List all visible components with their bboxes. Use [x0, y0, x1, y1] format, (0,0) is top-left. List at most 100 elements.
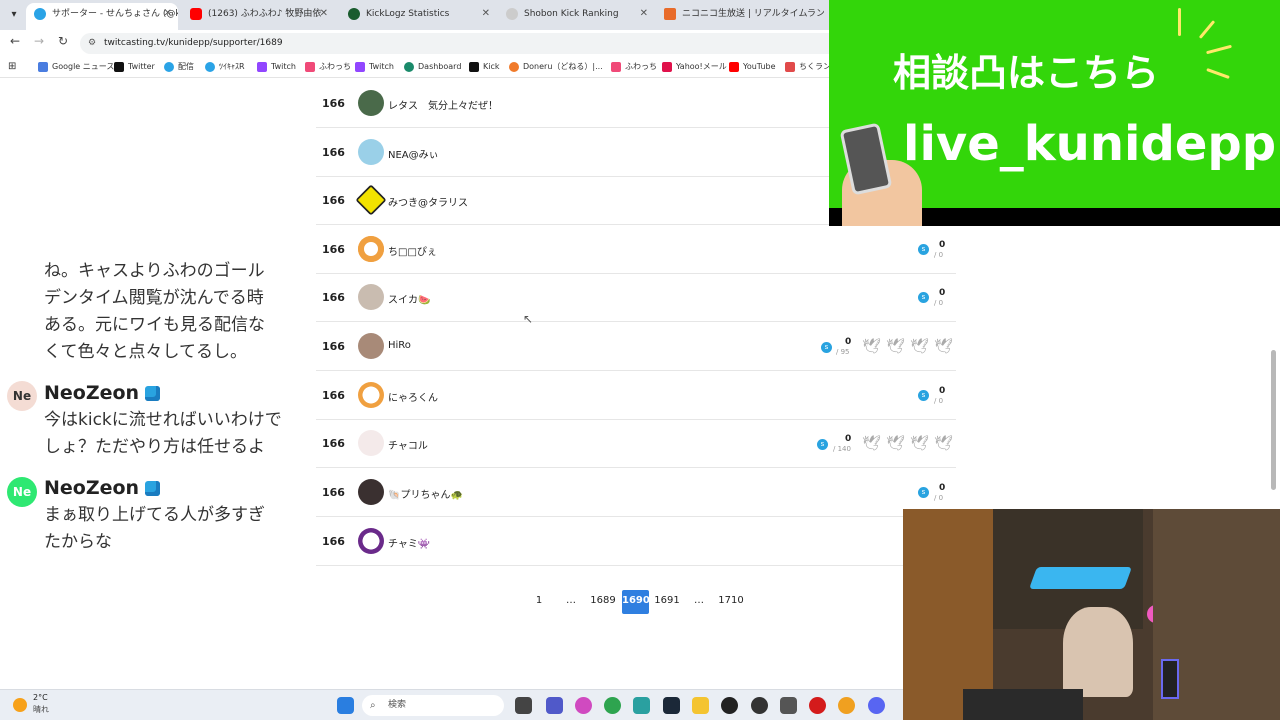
avatar[interactable]	[358, 430, 384, 456]
supporter-row[interactable]: 166 にゃろくん s 0 / 0	[316, 372, 956, 420]
bookmark-item[interactable]: Twitch	[257, 60, 296, 74]
tab-kicklogz[interactable]: KickLogz Statistics ✕	[340, 3, 496, 30]
app-icon[interactable]	[838, 697, 855, 714]
yahoo-mail-icon	[662, 62, 672, 72]
back-icon[interactable]: ←	[6, 34, 24, 48]
bookmark-item[interactable]: ちくラン	[785, 60, 831, 74]
supporter-row[interactable]: 166 スイカ🍉 s 0 / 0	[316, 274, 956, 322]
coin-icon: s	[918, 244, 929, 255]
supporter-name[interactable]: NEA@みぃ	[388, 146, 439, 161]
kicklogz-icon	[348, 8, 360, 20]
bookmark-item[interactable]: Google ニュース	[38, 60, 114, 74]
app-icon[interactable]	[751, 697, 768, 714]
page-ellipsis: …	[566, 595, 576, 606]
tab-search-button[interactable]: ▾	[4, 5, 24, 25]
egg-avatar[interactable]	[358, 236, 384, 262]
bookmark-item[interactable]: 配信	[164, 60, 194, 74]
site-info-icon[interactable]: ⚙	[88, 33, 96, 54]
rank: 166	[322, 97, 345, 110]
bookmark-item[interactable]: Kick	[469, 60, 500, 74]
tab-shobon[interactable]: Shobon Kick Ranking ✕	[498, 3, 654, 30]
task-view-icon[interactable]	[515, 697, 532, 714]
discord-icon[interactable]	[868, 697, 885, 714]
chrome-icon[interactable]	[604, 697, 621, 714]
support-points: 0	[845, 434, 852, 444]
teams-icon[interactable]	[546, 697, 563, 714]
avatar[interactable]	[355, 184, 387, 216]
obs-icon[interactable]	[721, 697, 738, 714]
avatar[interactable]	[358, 139, 384, 165]
avatar[interactable]	[358, 284, 384, 310]
close-icon[interactable]: ✕	[482, 3, 490, 25]
egg-avatar[interactable]	[358, 382, 384, 408]
supporter-name[interactable]: レタス 気分上々だぜ！	[388, 97, 498, 112]
page-ellipsis: …	[694, 595, 704, 606]
tab-label: (1263) ふわふわ♪ 牧野由依	[208, 9, 322, 19]
bookmark-item[interactable]: ふわっち	[305, 60, 351, 74]
page-link[interactable]: 1691	[652, 590, 682, 614]
supporter-row[interactable]: 166 チャミ👾	[316, 518, 956, 566]
supporter-name[interactable]: スイカ🍉	[388, 291, 430, 306]
tab-youtube[interactable]: (1263) ふわふわ♪ 牧野由依 ✕	[182, 3, 334, 30]
supporter-name[interactable]: ち□□ぴぇ	[388, 243, 437, 258]
rank: 166	[322, 291, 345, 304]
forward-icon[interactable]: →	[30, 34, 48, 48]
supporter-name[interactable]: みつき@タラリス	[388, 194, 468, 209]
scrollbar-thumb[interactable]	[1271, 350, 1276, 490]
bookmark-item[interactable]: ふわっち	[611, 60, 657, 74]
rank: 166	[322, 389, 345, 402]
weather-temp[interactable]: 2°C	[33, 693, 48, 702]
weather-desc[interactable]: 晴れ	[33, 704, 49, 715]
address-bar[interactable]: ⚙ twitcasting.tv/kunidepp/supporter/1689	[80, 33, 840, 54]
tab-label: サポーター - せんちょさん (@kunide	[52, 9, 178, 19]
copilot-icon[interactable]	[575, 697, 592, 714]
close-icon[interactable]: ✕	[320, 3, 328, 25]
bookmark-item[interactable]: Twitter	[114, 60, 155, 74]
app-icon[interactable]	[780, 697, 797, 714]
windows-start-icon[interactable]	[337, 697, 354, 714]
reload-icon[interactable]: ↻	[54, 34, 72, 48]
supporter-row[interactable]: 166 HiRo s 0 / 95 🕊 🕊 🕊 🕊	[316, 323, 956, 371]
tab-label: ニコニコ生放送 | リアルタイムランキ	[682, 9, 824, 19]
file-explorer-icon[interactable]	[692, 697, 709, 714]
steam-icon[interactable]	[663, 697, 680, 714]
supporter-name[interactable]: HiRo	[388, 340, 411, 351]
bookmark-item[interactable]: ﾂｲｷｬｽR	[205, 60, 245, 74]
supporter-name[interactable]: チャミ👾	[388, 535, 430, 550]
supporter-row[interactable]: 166 チャコル s 0 / 140 🕊 🕊 🕊 🕊	[316, 420, 956, 468]
page-link[interactable]: 1689	[588, 590, 618, 614]
chikuran-icon	[785, 62, 795, 72]
bookmark-item[interactable]: Twitch	[355, 60, 394, 74]
close-icon[interactable]: ✕	[640, 3, 648, 25]
avatar[interactable]	[358, 479, 384, 505]
bookmark-item[interactable]: Dashboard	[404, 60, 461, 74]
verified-icon	[145, 386, 161, 401]
edge-icon[interactable]	[633, 697, 650, 714]
tab-supporter[interactable]: サポーター - せんちょさん (@kunide ✕	[26, 3, 178, 30]
page-current[interactable]: 1690	[622, 590, 650, 614]
bookmark-item[interactable]: Doneru（どねる）|...	[509, 60, 603, 74]
desk	[963, 689, 1083, 720]
bookmark-item[interactable]: Yahoo!メール	[662, 60, 727, 74]
url-text: twitcasting.tv/kunidepp/supporter/1689	[104, 38, 283, 48]
weather-sun-icon[interactable]	[13, 698, 27, 712]
tab-niconico[interactable]: ニコニコ生放送 | リアルタイムランキ	[656, 3, 824, 30]
supporter-row[interactable]: 166 🐚プリちゃん🐢 s 0 / 0	[316, 469, 956, 517]
supporter-row[interactable]: 166 ち□□ぴぇ s 0 / 0	[316, 226, 956, 274]
close-icon[interactable]: ✕	[164, 3, 172, 25]
supporter-name[interactable]: にゃろくん	[388, 389, 438, 404]
bookmark-item[interactable]: YouTube	[729, 60, 776, 74]
apps-icon[interactable]: ⊞	[8, 60, 16, 74]
supporter-name[interactable]: チャコル	[388, 437, 428, 452]
google-news-icon	[38, 62, 48, 72]
supporter-name[interactable]: 🐚プリちゃん🐢	[388, 486, 463, 501]
page-link[interactable]: 1710	[716, 590, 746, 614]
taskbar-search-input[interactable]: ⌕ 検索	[362, 695, 504, 716]
rank: 166	[322, 194, 345, 207]
page-link[interactable]: 1	[530, 590, 548, 614]
record-icon[interactable]	[809, 697, 826, 714]
avatar[interactable]	[358, 333, 384, 359]
coin-icon: s	[918, 487, 929, 498]
avatar[interactable]	[358, 90, 384, 116]
egg-avatar[interactable]	[358, 528, 384, 554]
